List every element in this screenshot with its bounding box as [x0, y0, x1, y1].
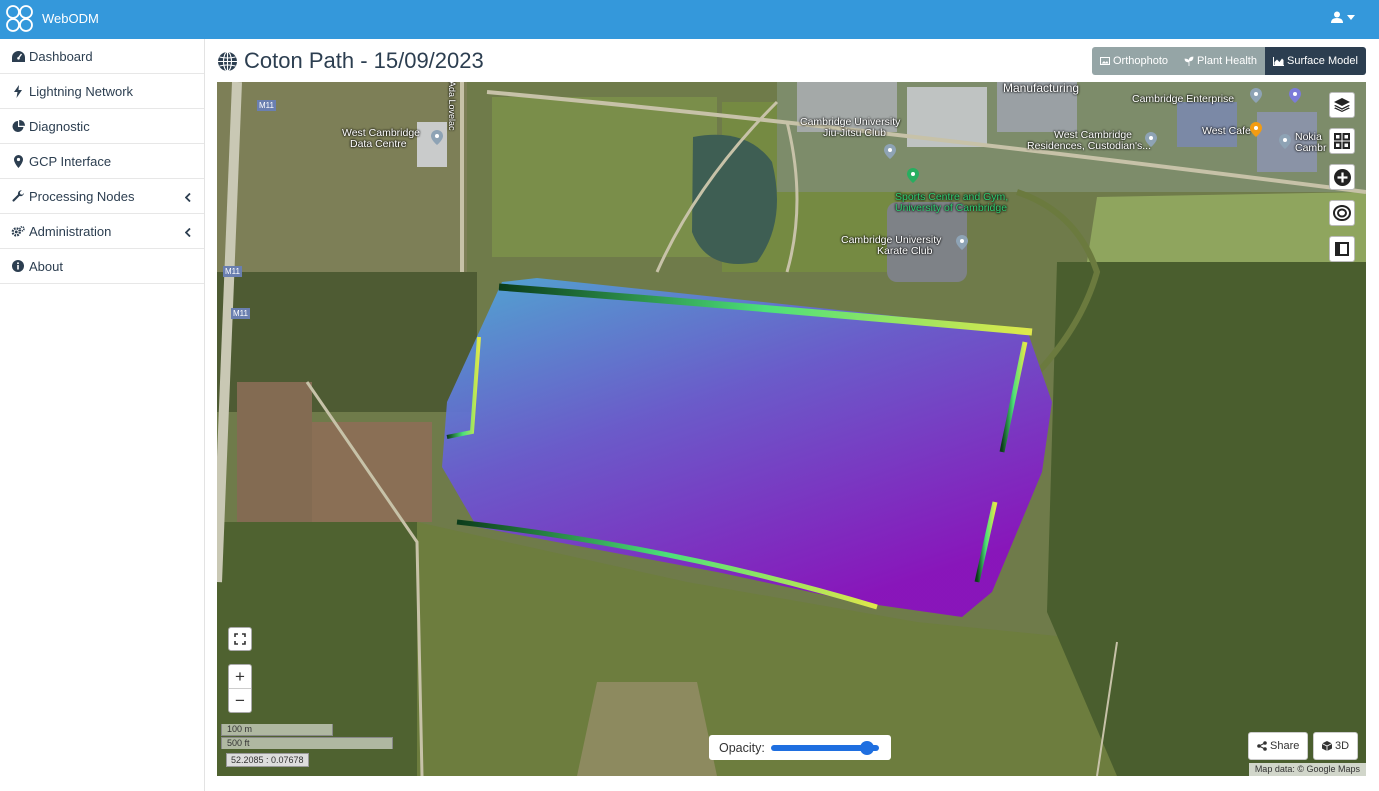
expand-icon [234, 633, 246, 645]
map-pin-icon[interactable] [1145, 132, 1157, 147]
road-shield: M11 [223, 266, 242, 277]
layers-control-button[interactable] [1329, 92, 1355, 118]
wrench-icon [11, 189, 25, 203]
grid-icon [1334, 133, 1350, 149]
caret-down-icon [1347, 14, 1355, 20]
zoom-out-button[interactable]: − [229, 689, 251, 713]
chevron-left-icon [184, 225, 191, 240]
map-pin-icon[interactable] [1250, 122, 1262, 137]
map-label: University of Cambridge [895, 202, 1008, 214]
tab-surface-model[interactable]: Surface Model [1264, 47, 1366, 75]
sidebar: Dashboard Lightning Network Diagnostic G… [0, 39, 205, 791]
sidebar-item-administration[interactable]: Administration [0, 214, 204, 249]
opacity-control: Opacity: [709, 735, 891, 760]
map-pin-icon[interactable] [956, 235, 968, 250]
cogs-icon [11, 224, 25, 238]
map-pin-icon[interactable] [431, 130, 443, 145]
scale-bar-metric: 100 m [221, 724, 333, 736]
road-shield: M11 [231, 308, 250, 319]
map-pin-icon[interactable] [1279, 134, 1291, 149]
fullscreen-button[interactable] [228, 627, 252, 651]
layers-icon [1334, 98, 1350, 112]
sidebar-item-about[interactable]: About [0, 249, 204, 284]
sidebar-item-gcp-interface[interactable]: GCP Interface [0, 144, 204, 179]
zoom-control: + − [228, 664, 252, 713]
sidebar-item-processing-nodes[interactable]: Processing Nodes [0, 179, 204, 214]
map-label: West Cafe [1202, 125, 1251, 137]
map-pin-icon[interactable] [884, 144, 896, 159]
satellite-imagery[interactable] [217, 82, 1366, 776]
share-icon [1257, 741, 1267, 751]
tab-plant-health[interactable]: Plant Health [1176, 47, 1265, 75]
image-icon [1100, 57, 1110, 65]
share-button[interactable]: Share [1248, 732, 1309, 760]
map-view[interactable]: Manufacturing Cambridge Enterprise West … [217, 82, 1366, 776]
target-icon [1333, 205, 1351, 221]
sidebar-item-label: GCP Interface [29, 153, 112, 169]
bolt-icon [11, 84, 25, 98]
map-label: Residences, Custodian's... [1027, 140, 1151, 152]
map-marker-icon [11, 154, 25, 168]
map-label: Karate Club [877, 245, 933, 257]
map-label: Data Centre [350, 138, 407, 150]
map-attribution: Map data: © Google Maps [1248, 763, 1366, 776]
scale-bar-imperial: 500 ft [221, 737, 393, 749]
map-label: Manufacturing [1003, 82, 1080, 95]
sidebar-item-label: Lightning Network [29, 83, 134, 99]
map-label: Cambr [1295, 142, 1327, 154]
area-chart-icon [1272, 56, 1284, 66]
road-shield: M11 [257, 100, 276, 111]
map-pin-icon[interactable] [1289, 88, 1301, 103]
opacity-slider[interactable] [770, 740, 879, 755]
top-navbar: WebODM [0, 0, 1379, 39]
view-3d-button[interactable]: 3D [1313, 732, 1359, 760]
sidebar-item-label: Processing Nodes [29, 188, 135, 204]
tab-orthophoto[interactable]: Orthophoto [1092, 47, 1177, 75]
dashboard-icon [11, 49, 25, 63]
user-icon [1331, 11, 1343, 23]
add-annotation-button[interactable] [1329, 164, 1355, 190]
measure-button[interactable] [1329, 200, 1355, 226]
map-label: Ada Lovelac [447, 82, 457, 131]
page-title-text: Coton Path - 15/09/2023 [244, 48, 484, 73]
chevron-left-icon [184, 190, 191, 205]
seedling-icon [1184, 56, 1194, 66]
map-pin-icon[interactable] [1250, 88, 1262, 103]
sidebar-item-label: About [29, 258, 63, 274]
sidebar-item-dashboard[interactable]: Dashboard [0, 39, 204, 74]
map-pin-icon[interactable] [907, 168, 919, 183]
brand-name[interactable]: WebODM [42, 11, 99, 26]
opacity-slider-thumb[interactable] [860, 740, 875, 755]
zoom-in-button[interactable]: + [229, 665, 251, 689]
pie-chart-icon [11, 119, 25, 133]
globe-icon [218, 50, 237, 72]
grid-tiles-button[interactable] [1329, 128, 1355, 154]
map-label: Cambridge Enterprise [1132, 93, 1235, 105]
sidebar-item-label: Dashboard [29, 48, 93, 64]
user-menu-button[interactable] [1331, 11, 1355, 23]
sidebar-panel-button[interactable] [1329, 236, 1355, 262]
sidebar-item-lightning-network[interactable]: Lightning Network [0, 74, 204, 109]
webodm-logo-icon[interactable] [4, 4, 36, 34]
cursor-coordinates: 52.2085 : 0.07678 [226, 753, 309, 767]
cube-icon [1322, 741, 1332, 751]
opacity-label: Opacity: [719, 740, 765, 755]
panel-icon [1335, 242, 1349, 256]
page-title: Coton Path - 15/09/2023 [217, 48, 484, 74]
map-type-switcher: Orthophoto Plant Health Surface Model [1092, 47, 1366, 75]
info-icon [11, 259, 25, 273]
sidebar-item-label: Diagnostic [29, 118, 90, 134]
sidebar-item-label: Administration [29, 223, 112, 239]
plus-circle-icon [1333, 168, 1351, 186]
sidebar-item-diagnostic[interactable]: Diagnostic [0, 109, 204, 144]
map-label: Jiu-Jitsu Club [823, 127, 887, 139]
